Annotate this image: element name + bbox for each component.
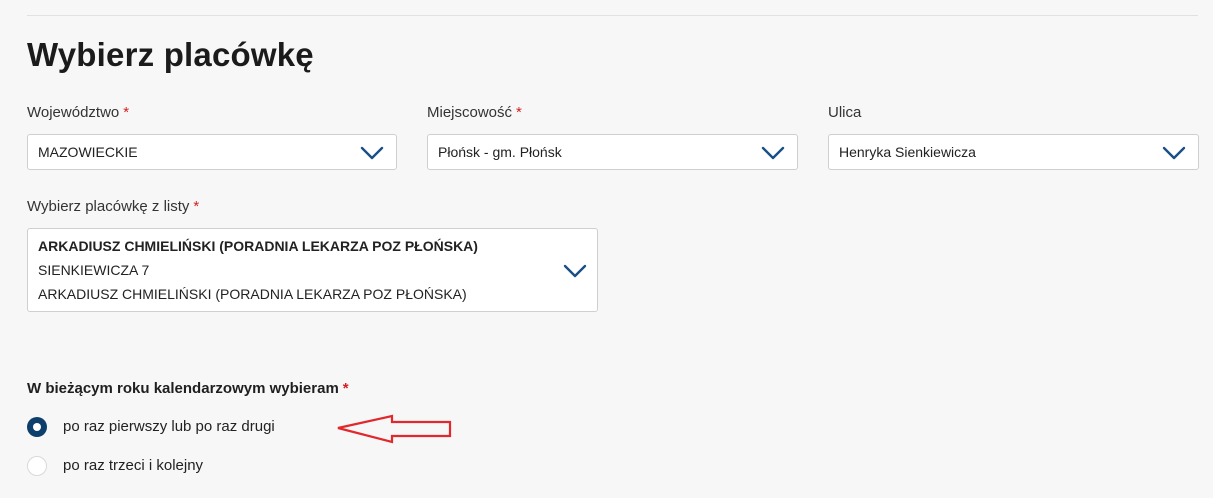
placowka-select[interactable]: ARKADIUSZ CHMIELIŃSKI (PORADNIA LEKARZA … <box>27 228 598 312</box>
placowka-address: SIENKIEWICZA 7 <box>38 262 150 278</box>
ulica-label-text: Ulica <box>828 104 862 121</box>
miejscowosc-label-text: Miejscowość <box>427 104 513 121</box>
choice-group-label-text: W bieżącym roku kalendarzowym wybieram <box>27 380 339 397</box>
top-divider <box>27 15 1198 16</box>
chevron-down-icon <box>563 264 587 278</box>
radio-option-label: po raz pierwszy lub po raz drugi <box>63 418 275 435</box>
ulica-value: Henryka Sienkiewicza <box>839 144 976 160</box>
required-mark: * <box>342 380 349 397</box>
radio-option-label: po raz trzeci i kolejny <box>63 457 204 474</box>
radio-unchecked-icon[interactable] <box>27 456 47 476</box>
ulica-label: Ulica <box>828 104 861 121</box>
wojewodztwo-value: MAZOWIECKIE <box>38 144 138 160</box>
miejscowosc-value: Płońsk - gm. Płońsk <box>438 144 562 160</box>
miejscowosc-label: Miejscowość * <box>427 104 522 121</box>
chevron-down-icon <box>761 146 785 160</box>
chevron-down-icon <box>360 146 384 160</box>
choice-group-label: W bieżącym roku kalendarzowym wybieram * <box>27 380 349 397</box>
wojewodztwo-label-text: Województwo <box>27 104 120 121</box>
wojewodztwo-label: Województwo * <box>27 104 129 121</box>
placowka-label: Wybierz placówkę z listy * <box>27 198 199 215</box>
page: Wybierz placówkę Województwo * MAZOWIECKI… <box>0 0 1213 498</box>
chevron-down-icon <box>1162 146 1186 160</box>
ulica-select[interactable]: Henryka Sienkiewicza <box>828 134 1199 170</box>
placowka-label-text: Wybierz placówkę z listy <box>27 198 190 215</box>
required-mark: * <box>193 198 200 215</box>
radio-checked-icon[interactable] <box>27 417 47 437</box>
required-mark: * <box>123 104 130 121</box>
arrow-left-outline-icon <box>335 412 455 446</box>
placowka-name: ARKADIUSZ CHMIELIŃSKI (PORADNIA LEKARZA … <box>38 238 478 254</box>
page-title: Wybierz placówkę <box>27 36 314 73</box>
miejscowosc-select[interactable]: Płońsk - gm. Płońsk <box>427 134 798 170</box>
wojewodztwo-select[interactable]: MAZOWIECKIE <box>27 134 397 170</box>
required-mark: * <box>516 104 522 121</box>
placowka-subtitle: ARKADIUSZ CHMIELIŃSKI (PORADNIA LEKARZA … <box>38 286 467 302</box>
